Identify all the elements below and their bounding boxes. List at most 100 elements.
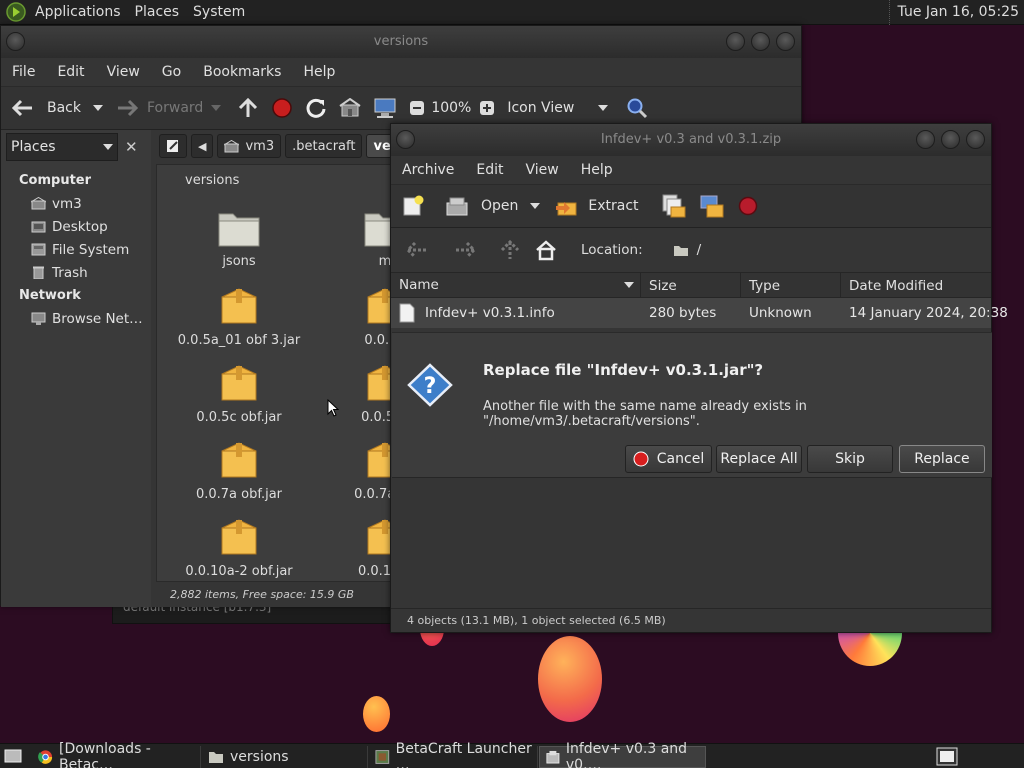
menu-view[interactable]: View — [515, 162, 570, 178]
column-type[interactable]: Type — [741, 273, 841, 297]
path-segment-label: .betacraft — [292, 138, 356, 154]
menu-help[interactable]: Help — [570, 162, 624, 178]
clock[interactable]: Tue Jan 16, 05:25 — [888, 0, 1019, 25]
computer-button[interactable] — [367, 92, 403, 124]
home-button[interactable] — [333, 92, 367, 124]
home-button[interactable] — [529, 234, 563, 266]
column-size[interactable]: Size — [641, 273, 741, 297]
sidebar-item-desktop[interactable]: Desktop — [1, 215, 151, 238]
sidebar-item-trash[interactable]: Trash — [1, 261, 151, 284]
replace-button[interactable]: Replace — [899, 445, 985, 473]
back-button[interactable]: Back — [5, 92, 87, 124]
menu-file[interactable]: File — [1, 64, 46, 80]
menu-archive[interactable]: Archive — [391, 162, 465, 178]
window-menu-button[interactable] — [6, 32, 25, 51]
menu-go[interactable]: Go — [151, 64, 192, 80]
open-dropdown[interactable] — [530, 203, 541, 209]
add-folder-button[interactable] — [693, 190, 731, 222]
menu-edit[interactable]: Edit — [465, 162, 514, 178]
minimize-button[interactable] — [726, 32, 745, 51]
menu-system[interactable]: System — [186, 0, 252, 25]
file-item[interactable]: 0.0.5a_01 obf 3.jar — [169, 285, 309, 348]
path-segment-betacraft[interactable]: .betacraft — [285, 134, 363, 158]
menu-bookmarks[interactable]: Bookmarks — [192, 64, 292, 80]
archive-icon — [221, 365, 257, 401]
file-item[interactable]: 0.0.7a obf.jar — [169, 439, 309, 502]
task-betacraft[interactable]: BetaCraft Launcher … — [369, 741, 538, 768]
add-folder-icon — [700, 195, 724, 218]
zoom-in-button[interactable] — [477, 92, 497, 124]
drive-icon — [31, 243, 46, 256]
workspace-switcher-icon[interactable] — [936, 747, 958, 766]
task-versions[interactable]: versions — [202, 746, 368, 768]
menu-edit[interactable]: Edit — [46, 64, 95, 80]
open-button[interactable]: Open — [439, 190, 524, 222]
edit-icon — [167, 140, 178, 152]
menu-applications[interactable]: Applications — [28, 0, 128, 25]
archive-manager-titlebar[interactable]: Infdev+ v0.3 and v0.3.1.zip — [391, 124, 991, 156]
reload-button[interactable] — [299, 92, 333, 124]
zoom-out-button[interactable] — [403, 92, 425, 124]
file-item[interactable]: 0.0.5c obf.jar — [169, 362, 309, 425]
forward-button[interactable]: Forward — [109, 92, 209, 124]
task-archive-manager[interactable]: Infdev+ v0.3 and v0…. — [539, 741, 706, 768]
close-button[interactable] — [776, 32, 795, 51]
forward-button[interactable] — [447, 234, 483, 266]
close-button[interactable] — [966, 130, 985, 149]
stop-button[interactable] — [265, 92, 299, 124]
forward-history-dropdown[interactable] — [211, 105, 222, 111]
new-archive-button[interactable] — [395, 190, 431, 222]
extract-button[interactable]: Extract — [548, 190, 644, 222]
menu-view[interactable]: View — [96, 64, 151, 80]
table-row[interactable]: Infdev+ v0.3.1.info 280 bytes Unknown 14… — [391, 298, 1008, 328]
cancel-icon — [633, 451, 649, 467]
file-item[interactable]: jsons — [169, 208, 309, 269]
sidebar-item-vm3[interactable]: vm3 — [1, 192, 151, 215]
stop-button[interactable] — [731, 190, 765, 222]
skip-button[interactable]: Skip — [807, 445, 893, 473]
minimize-button[interactable] — [916, 130, 935, 149]
zoom-level[interactable]: 100% — [425, 92, 477, 124]
view-mode-label: Icon View — [507, 100, 575, 116]
task-downloads[interactable]: [Downloads - Betac… — [32, 741, 201, 768]
add-files-button[interactable] — [655, 190, 693, 222]
column-date-modified[interactable]: Date Modified — [841, 273, 991, 297]
sidebar-item-browse-network[interactable]: Browse Net… — [1, 307, 151, 330]
back-button[interactable] — [399, 234, 435, 266]
search-button[interactable] — [620, 92, 654, 124]
home-icon — [224, 139, 240, 152]
replace-label: Replace — [914, 451, 970, 467]
path-segment-vm3[interactable]: vm3 — [217, 134, 282, 158]
column-name[interactable]: Name — [391, 273, 641, 297]
path-scroll-left-button[interactable]: ◀ — [191, 134, 214, 158]
show-desktop-button[interactable] — [4, 748, 22, 764]
maximize-button[interactable] — [941, 130, 960, 149]
up-button[interactable] — [231, 92, 265, 124]
menu-help[interactable]: Help — [292, 64, 346, 80]
distro-logo-icon[interactable] — [6, 2, 26, 22]
sidebar-places-select[interactable]: Places — [6, 133, 118, 161]
replace-all-button[interactable]: Replace All — [716, 445, 802, 473]
edit-location-button[interactable] — [159, 134, 187, 158]
taskbar: [Downloads - Betac… versions BetaCraft L… — [0, 741, 1024, 768]
cancel-button[interactable]: Cancel — [625, 445, 712, 473]
extract-icon — [556, 202, 577, 216]
back-history-dropdown[interactable] — [93, 105, 103, 111]
view-mode-select[interactable]: Icon View — [501, 92, 614, 124]
sidebar-close-icon[interactable]: ✕ — [125, 138, 138, 156]
balloon-orange — [538, 636, 602, 722]
row-date: 14 January 2024, 20:38 — [849, 305, 1008, 321]
location-field[interactable]: / — [673, 242, 701, 258]
sidebar-item-filesystem[interactable]: File System — [1, 238, 151, 261]
replace-file-dialog: ? Replace file "Infdev+ v0.3.1.jar"? Ano… — [392, 332, 992, 478]
file-item[interactable]: 0.0.10a-2 obf.jar — [169, 516, 309, 579]
mouse-cursor-icon — [327, 399, 339, 417]
menu-places[interactable]: Places — [128, 0, 187, 25]
file-manager-titlebar[interactable]: versions — [1, 26, 801, 58]
dialog-message: Another file with the same name already … — [483, 399, 807, 429]
maximize-button[interactable] — [751, 32, 770, 51]
archive-icon — [221, 288, 257, 324]
window-menu-button[interactable] — [396, 130, 415, 149]
search-icon — [627, 98, 648, 119]
up-button[interactable] — [493, 234, 527, 266]
